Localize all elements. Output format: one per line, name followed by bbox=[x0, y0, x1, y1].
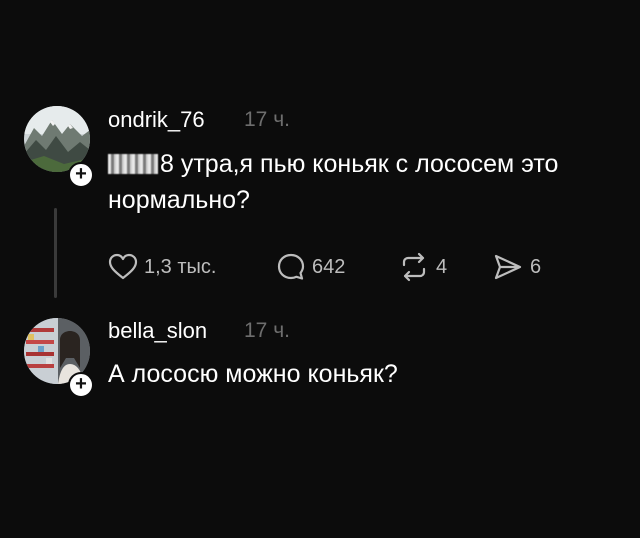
like-count: 1,3 тыс. bbox=[144, 255, 217, 278]
comment-timestamp: 17 ч. bbox=[244, 108, 290, 131]
repost-count: 4 bbox=[436, 255, 448, 278]
comment-text: А лососю можно коньяк? bbox=[108, 356, 628, 392]
comment-bubble-icon bbox=[277, 253, 305, 280]
comment-text-line-1: 8 утра,я пью коньяк с лососем это bbox=[160, 150, 559, 178]
follow-plus-icon[interactable]: + bbox=[68, 162, 94, 188]
comment-timestamp: 17 ч. bbox=[244, 319, 290, 342]
comment-username[interactable]: bella_slon bbox=[108, 318, 207, 344]
reply-count: 642 bbox=[312, 255, 346, 278]
comment-text-line-1: А лососю можно коньяк? bbox=[108, 360, 398, 388]
comment-text: 8 утра,я пью коньяк с лососем это нормал… bbox=[108, 146, 628, 218]
repost-button[interactable]: 4 bbox=[398, 250, 447, 284]
like-button[interactable]: 1,3 тыс. bbox=[108, 250, 216, 284]
censored-word-blur bbox=[108, 154, 158, 174]
reply-button[interactable]: 642 bbox=[276, 250, 345, 284]
share-count: 6 bbox=[530, 255, 542, 278]
comment-actions-bar: 1,3 тыс. 642 4 6 bbox=[0, 250, 640, 284]
repost-icon bbox=[402, 252, 426, 282]
send-paper-plane-icon bbox=[494, 254, 522, 280]
follow-plus-icon[interactable]: + bbox=[68, 372, 94, 398]
comment-username[interactable]: ondrik_76 bbox=[108, 107, 205, 133]
comment-text-line-2: нормально? bbox=[108, 186, 250, 214]
reply-thread-line bbox=[54, 208, 57, 298]
share-button[interactable]: 6 bbox=[492, 250, 541, 284]
heart-icon bbox=[108, 253, 138, 280]
